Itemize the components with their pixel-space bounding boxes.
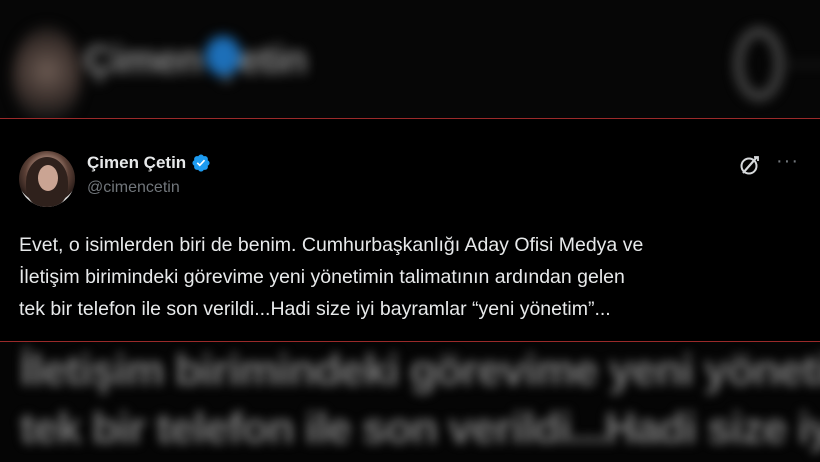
blurred-verified-icon [205,36,241,76]
blurred-display-name: Çimen Çetin [84,38,307,82]
tweet-text: Evet, o isimlerden biri de benim. Cumhur… [19,234,644,320]
tweet-card: Çimen Çetin @cimencetin ··· Evet, o isim… [0,118,820,342]
grok-icon[interactable] [738,153,762,177]
handle[interactable]: @cimencetin [87,179,180,197]
avatar[interactable] [19,151,75,207]
blurred-text-line: İletişim birimindeki görevime yeni yönet… [20,346,820,395]
blurred-background-bottom: İletişim birimindeki görevime yeni yönet… [0,342,820,462]
blurred-text-line: tek bir telefon ile son verildi...Hadi s… [20,404,820,453]
author-row: Çimen Çetin [87,153,211,173]
display-name[interactable]: Çimen Çetin [87,153,186,173]
blurred-avatar [12,26,82,118]
blurred-background-top: Çimen Çetin ··· [0,0,820,118]
blurred-more-icon: ··· [788,44,820,82]
more-options-icon[interactable]: ··· [776,150,799,173]
blurred-grok-icon [735,28,783,100]
verified-badge-icon [192,154,210,172]
